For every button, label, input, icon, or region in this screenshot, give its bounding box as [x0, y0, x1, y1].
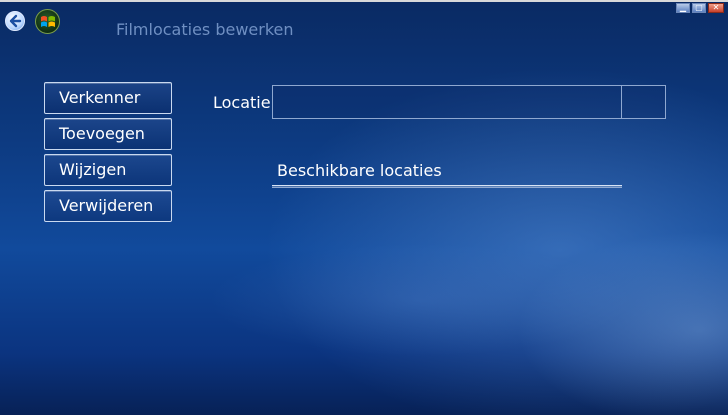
windows-flag-icon — [40, 15, 55, 27]
top-border — [0, 0, 728, 2]
available-locations-header: Beschikbare locaties — [277, 161, 442, 180]
media-center-logo-button[interactable] — [35, 9, 60, 34]
maximize-button[interactable]: ▢ — [692, 3, 706, 13]
minimize-button[interactable]: ▁ — [676, 3, 690, 13]
maximize-icon: ▢ — [695, 3, 703, 12]
explorer-button[interactable]: Verkenner — [44, 82, 172, 114]
available-locations-divider — [272, 185, 622, 188]
delete-button[interactable]: Verwijderen — [44, 190, 172, 222]
edit-button[interactable]: Wijzigen — [44, 154, 172, 186]
close-button[interactable]: ✕ — [708, 3, 724, 13]
back-arrow-icon — [9, 14, 22, 28]
minimize-icon: ▁ — [679, 3, 687, 12]
location-input[interactable] — [272, 85, 622, 119]
close-icon: ✕ — [712, 3, 720, 12]
page-title: Filmlocaties bewerken — [116, 20, 294, 39]
location-label: Locatie — [213, 93, 271, 112]
window-controls: ▁ ▢ ✕ — [676, 3, 724, 13]
available-locations-list[interactable] — [272, 189, 622, 309]
location-browse-button[interactable] — [621, 85, 666, 119]
back-button[interactable] — [5, 11, 25, 31]
add-button[interactable]: Toevoegen — [44, 118, 172, 150]
